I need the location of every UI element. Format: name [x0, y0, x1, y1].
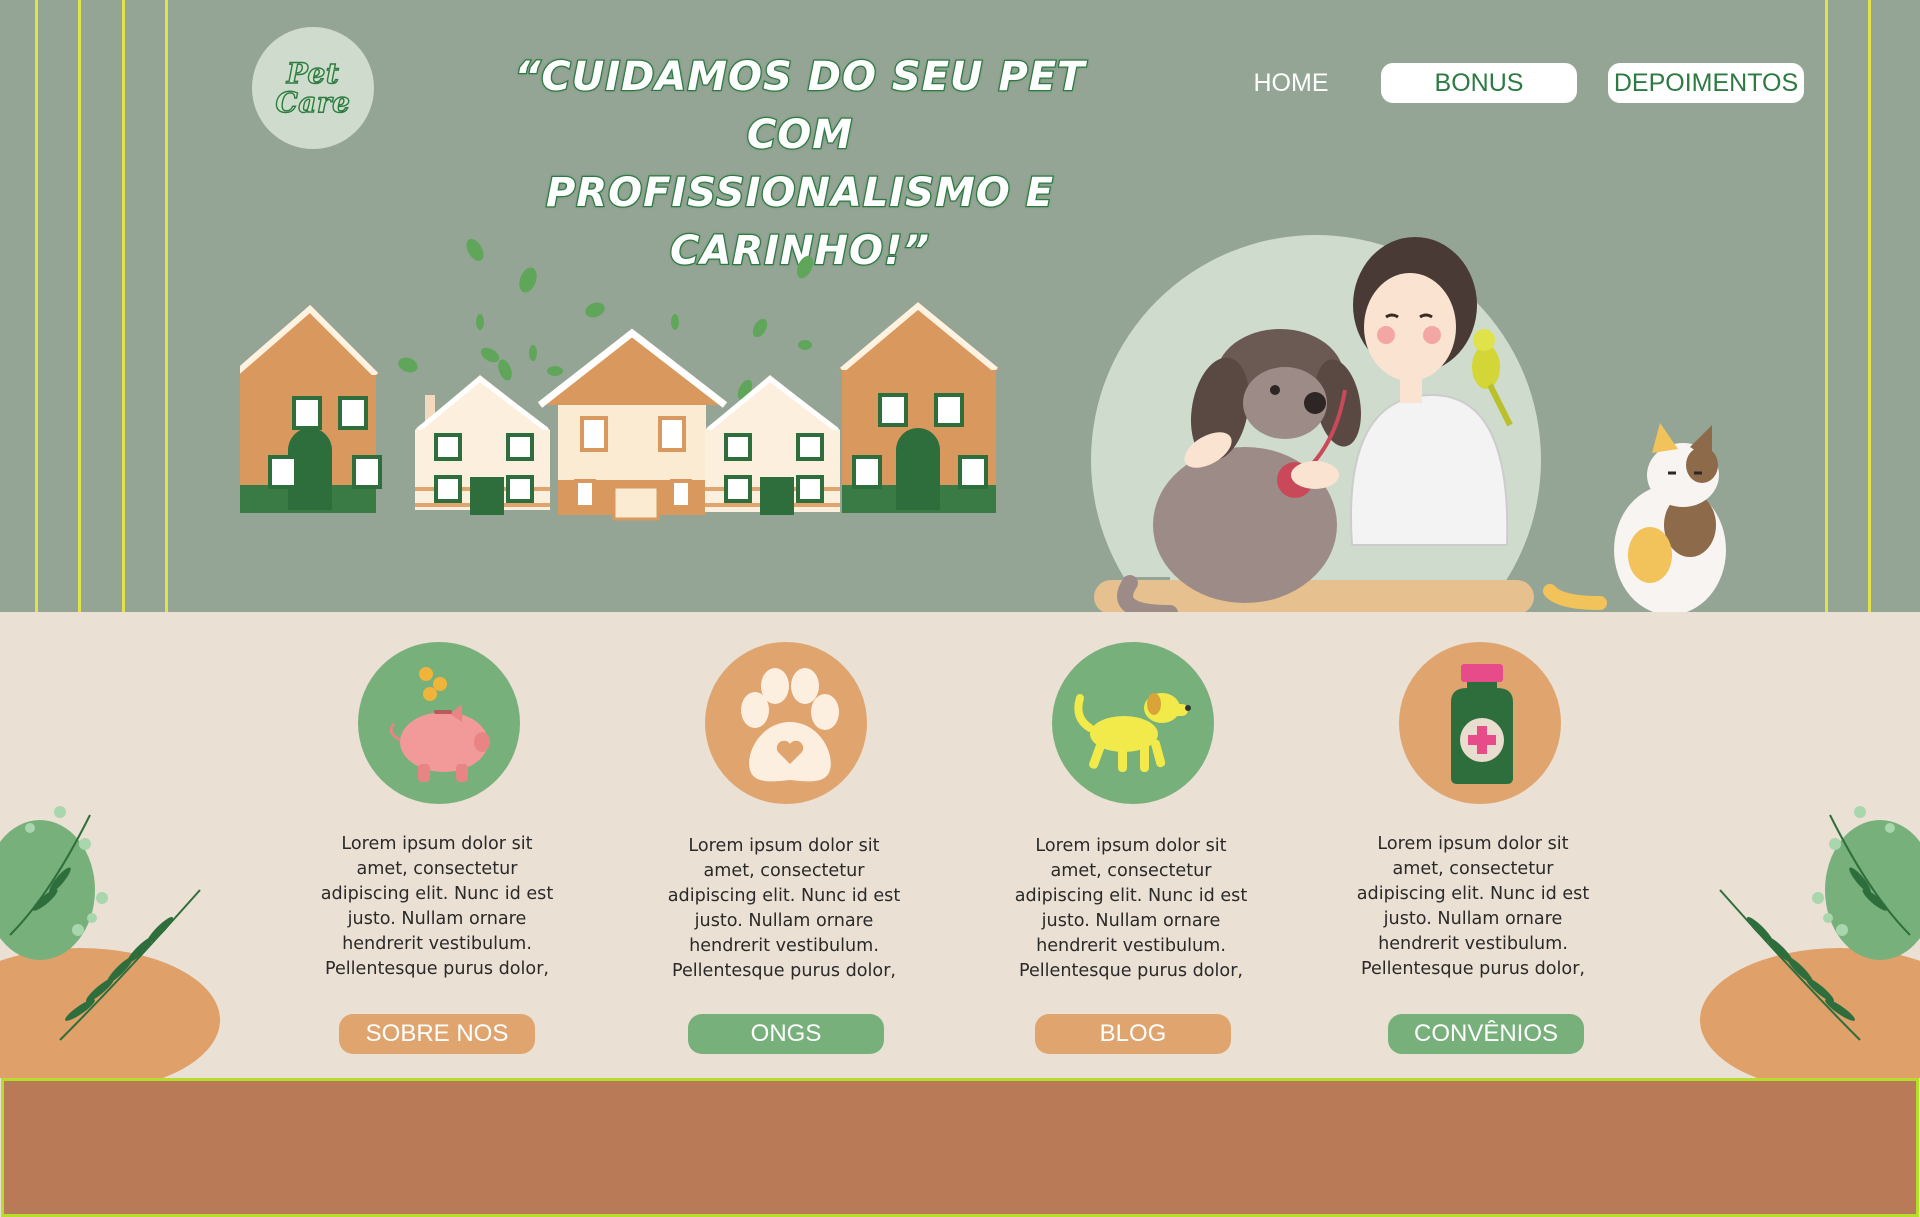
sobre-nos-button[interactable]: SOBRE NOS: [339, 1014, 535, 1054]
text-line: adipiscing elit. Nunc id est: [320, 884, 554, 904]
nav-depoimentos-button[interactable]: DEPOIMENTOS: [1608, 63, 1804, 103]
decorative-line: [35, 0, 38, 612]
decorative-line: [1868, 0, 1871, 612]
feature-icon-circle: [1399, 642, 1561, 804]
feature-description: Lorem ipsum dolor sit amet, consectetur …: [317, 832, 557, 982]
paw-icon: [741, 668, 839, 782]
text-line: Lorem ipsum dolor sit: [1035, 836, 1227, 856]
footer: [1, 1078, 1919, 1217]
plants-right-decoration: [1700, 806, 1920, 1078]
text-line: amet, consectetur: [356, 859, 518, 879]
logo-text-care: Care: [275, 86, 351, 119]
text-line: justo. Nullam ornare: [694, 911, 874, 931]
decorative-line: [122, 0, 125, 612]
text-line: amet, consectetur: [1050, 861, 1212, 881]
piggy-bank-icon: [389, 667, 490, 782]
feature-icon-circle: [358, 642, 520, 804]
decorative-line: [1825, 0, 1828, 612]
text-line: hendrerit vestibulum.: [689, 936, 879, 956]
text-line: Pellentesque purus dolor,: [1018, 961, 1244, 981]
convenios-button[interactable]: CONVÊNIOS: [1388, 1014, 1584, 1054]
text-line: Pellentesque purus dolor,: [1360, 959, 1586, 979]
text-line: Pellentesque purus dolor,: [671, 961, 897, 981]
medicine-bottle-icon: [1451, 664, 1513, 784]
text-line: adipiscing elit. Nunc id est: [1014, 886, 1248, 906]
text-line: justo. Nullam ornare: [347, 909, 527, 929]
text-line: Lorem ipsum dolor sit: [341, 834, 533, 854]
vet-with-pets-illustration: [1090, 235, 1750, 612]
nav-bonus-button[interactable]: BONUS: [1381, 63, 1577, 103]
text-line: justo. Nullam ornare: [1383, 909, 1563, 929]
text-line: amet, consectetur: [703, 861, 865, 881]
text-line: justo. Nullam ornare: [1041, 911, 1221, 931]
hero-section: Pet Care “CUIDAMOS DO SEU PET COM PROFIS…: [0, 0, 1920, 612]
text-line: adipiscing elit. Nunc id est: [667, 886, 901, 906]
text-line: Lorem ipsum dolor sit: [688, 836, 880, 856]
feature-icon-circle: [705, 642, 867, 804]
houses-illustration: [240, 239, 1000, 521]
blog-button[interactable]: BLOG: [1035, 1014, 1231, 1054]
decorative-line: [78, 0, 81, 612]
text-line: adipiscing elit. Nunc id est: [1356, 884, 1590, 904]
nav-home-link[interactable]: HOME: [1220, 63, 1362, 103]
plants-left-decoration: [0, 806, 220, 1078]
text-line: Lorem ipsum dolor sit: [1377, 834, 1569, 854]
logo[interactable]: Pet Care: [252, 27, 374, 149]
text-line: amet, consectetur: [1392, 859, 1554, 879]
feature-icon-circle: [1052, 642, 1214, 804]
ongs-button[interactable]: ONGS: [688, 1014, 884, 1054]
text-line: hendrerit vestibulum.: [1036, 936, 1226, 956]
text-line: hendrerit vestibulum.: [342, 934, 532, 954]
page: Pet Care “CUIDAMOS DO SEU PET COM PROFIS…: [0, 0, 1920, 1217]
feature-description: Lorem ipsum dolor sit amet, consectetur …: [1353, 832, 1593, 982]
feature-description: Lorem ipsum dolor sit amet, consectetur …: [1011, 834, 1251, 984]
feature-description: Lorem ipsum dolor sit amet, consectetur …: [664, 834, 904, 984]
headline-line-1: “CUIDAMOS DO SEU PET COM: [513, 53, 1086, 160]
text-line: hendrerit vestibulum.: [1378, 934, 1568, 954]
dog-icon: [1074, 693, 1191, 772]
decorative-line: [165, 0, 168, 612]
text-line: Pellentesque purus dolor,: [324, 959, 550, 979]
logo-text-pet: Pet: [286, 57, 340, 90]
